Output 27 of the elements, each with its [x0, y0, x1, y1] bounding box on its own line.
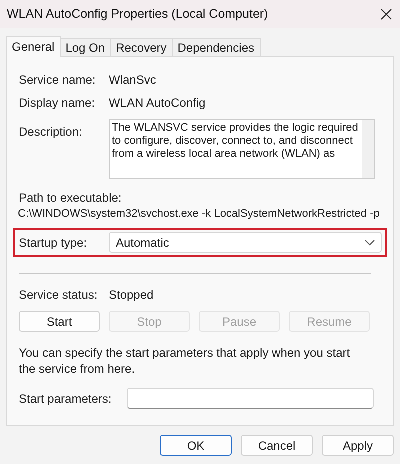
path-value: C:\WINDOWS\system32\svchost.exe -k LocalSystemNetworkRestricted -p — [18, 208, 381, 220]
field-label: Start parameters: — [19, 392, 113, 406]
tab[interactable]: Log On — [60, 38, 112, 56]
description-box: The WLANSVC service provides the logic required to configure, discover, connect to, and disconnect from a wireless local area network (WLAN) as — [109, 119, 375, 179]
chevron-down-icon — [365, 240, 375, 246]
dialog-button[interactable]: Cancel — [241, 435, 313, 456]
field-label: Path to executable: — [19, 191, 123, 205]
start-parameters-field[interactable] — [127, 388, 374, 409]
service-button[interactable]: Start — [19, 311, 100, 332]
tab[interactable]: General — [6, 36, 61, 57]
field-label: Startup type: — [19, 236, 88, 250]
tab[interactable]: Dependencies — [172, 38, 260, 56]
dialog-button[interactable]: OK — [160, 435, 232, 456]
field-label: Service status: — [19, 288, 99, 302]
window-title: WLAN AutoConfig Properties (Local Computer) — [7, 7, 268, 21]
note-text: You can specify the start parameters that apply when you start the service from here. — [19, 345, 352, 377]
field-label: Description: — [19, 125, 84, 139]
status-value: Stopped — [109, 288, 155, 302]
tab[interactable]: Recovery — [110, 38, 173, 56]
field-label: Display name: — [19, 96, 96, 110]
dialog-button[interactable]: Apply — [322, 435, 394, 456]
dropdown-value: Automatic — [116, 236, 170, 250]
field-value: WLAN AutoConfig — [109, 96, 207, 110]
field-label: Service name: — [19, 73, 97, 87]
close-icon[interactable] — [381, 8, 392, 20]
field-value: WlanSvc — [109, 73, 158, 87]
startup-type-dropdown[interactable]: Automatic — [109, 232, 382, 253]
